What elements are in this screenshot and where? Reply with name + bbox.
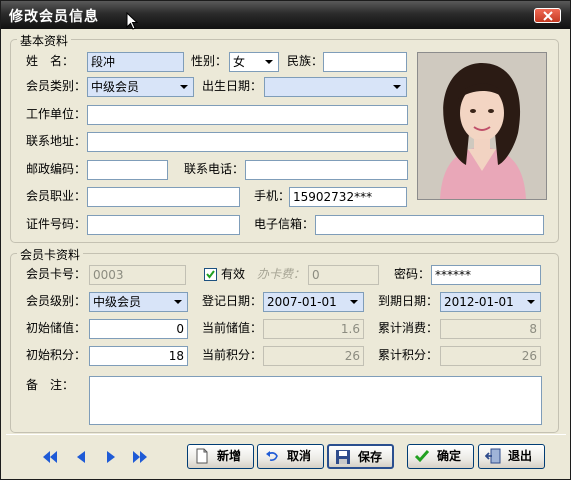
- add-button[interactable]: 新增: [187, 444, 254, 469]
- workplace-label: 工作单位：: [26, 107, 87, 121]
- occupation-label: 会员职业：: [26, 189, 87, 203]
- init-balance-input[interactable]: 0: [89, 319, 188, 339]
- prev-record-icon[interactable]: [73, 449, 89, 465]
- window-title: 修改会员信息: [9, 9, 99, 25]
- address-input[interactable]: [87, 132, 408, 152]
- cur-points-input: 26: [263, 346, 364, 366]
- postcode-input[interactable]: [87, 160, 168, 180]
- email-label: 电子信箱：: [254, 217, 315, 231]
- card-no-input: 0003: [89, 265, 186, 285]
- save-button[interactable]: 保存: [327, 444, 394, 469]
- member-edit-window: 修改会员信息 基本资料 姓 名： 段冲 性别： 女 民族： 会员类别： 中级会员…: [0, 0, 571, 480]
- chevron-down-icon: [265, 60, 273, 64]
- cur-balance-label: 当前储值：: [202, 321, 263, 335]
- undo-icon: [266, 451, 278, 461]
- member-type-select[interactable]: 中级会员: [87, 77, 194, 97]
- expire-date-label: 到期日期：: [378, 294, 439, 308]
- phone-input[interactable]: [245, 160, 408, 180]
- member-type-value: 中级会员: [91, 80, 140, 94]
- password-input[interactable]: ******: [431, 265, 541, 285]
- card-no-label: 会员卡号：: [26, 267, 87, 281]
- chevron-down-icon: [393, 85, 401, 89]
- chevron-down-icon: [174, 300, 182, 304]
- ethnicity-label: 民族：: [287, 54, 324, 68]
- gender-select[interactable]: 女: [229, 52, 279, 72]
- reg-date-value: 2007-01-01: [267, 295, 337, 309]
- init-balance-label: 初始储值：: [26, 321, 87, 335]
- chevron-down-icon: [180, 85, 188, 89]
- remark-textarea[interactable]: [89, 376, 542, 425]
- first-record-icon[interactable]: [42, 449, 58, 465]
- cancel-button-label: 取消: [287, 449, 312, 463]
- next-record-icon[interactable]: [103, 449, 119, 465]
- cur-balance-input: 1.6: [263, 319, 364, 339]
- exit-button-label: 退出: [508, 449, 533, 463]
- checkmark-icon: [206, 270, 215, 279]
- cur-points-label: 当前积分：: [202, 348, 263, 362]
- chevron-down-icon: [350, 300, 358, 304]
- id-number-label: 证件号码：: [26, 217, 87, 231]
- exit-button[interactable]: 退出: [478, 444, 545, 469]
- postcode-label: 邮政编码：: [26, 162, 87, 176]
- new-doc-icon: [196, 448, 208, 464]
- basic-info-title: 基本资料: [17, 32, 72, 49]
- member-type-label: 会员类别：: [26, 79, 87, 93]
- mobile-input[interactable]: 15902732***: [289, 187, 407, 207]
- close-icon: [543, 11, 553, 21]
- checkmark-icon: [414, 450, 430, 463]
- name-label: 姓 名：: [26, 54, 75, 68]
- workplace-input[interactable]: [87, 105, 408, 125]
- expire-date-picker[interactable]: 2012-01-01: [440, 292, 541, 312]
- remark-label: 备 注：: [26, 378, 75, 392]
- address-label: 联系地址：: [26, 134, 87, 148]
- save-button-label: 保存: [358, 450, 383, 464]
- reg-date-picker[interactable]: 2007-01-01: [263, 292, 364, 312]
- total-points-label: 累计积分：: [378, 348, 439, 362]
- email-input[interactable]: [315, 215, 544, 235]
- name-input[interactable]: 段冲: [87, 52, 184, 72]
- add-button-label: 新增: [217, 449, 242, 463]
- reg-date-label: 登记日期：: [202, 294, 263, 308]
- member-level-select[interactable]: 中级会员: [89, 292, 188, 312]
- birth-date-label: 出生日期：: [202, 79, 263, 93]
- ok-button[interactable]: 确定: [407, 444, 474, 469]
- member-level-label: 会员级别：: [26, 294, 87, 308]
- mobile-label: 手机：: [254, 189, 291, 203]
- ok-button-label: 确定: [437, 449, 462, 463]
- valid-label: 有效: [221, 267, 246, 281]
- password-label: 密码：: [394, 267, 431, 281]
- chevron-down-icon: [527, 300, 535, 304]
- expire-date-value: 2012-01-01: [444, 295, 514, 309]
- gender-label: 性别：: [191, 54, 228, 68]
- occupation-input[interactable]: [87, 187, 240, 207]
- ethnicity-input[interactable]: [323, 52, 407, 72]
- init-points-label: 初始积分：: [26, 348, 87, 362]
- gender-value: 女: [233, 55, 246, 69]
- member-level-value: 中级会员: [93, 295, 142, 309]
- exit-door-icon: [485, 448, 501, 464]
- phone-label: 联系电话：: [184, 162, 245, 176]
- id-number-input[interactable]: [87, 215, 240, 235]
- total-spend-input: 8: [440, 319, 541, 339]
- init-points-input[interactable]: 18: [89, 346, 188, 366]
- card-info-title: 会员卡资料: [17, 246, 84, 263]
- birth-date-picker[interactable]: [264, 77, 407, 97]
- save-disk-icon: [336, 450, 350, 464]
- card-fee-input: 0: [308, 265, 379, 285]
- title-bar[interactable]: 修改会员信息: [1, 1, 570, 30]
- total-spend-label: 累计消费：: [378, 321, 439, 335]
- close-button[interactable]: [534, 8, 561, 23]
- member-photo[interactable]: [417, 52, 547, 200]
- card-fee-label: 办卡费：: [257, 267, 306, 281]
- cancel-button[interactable]: 取消: [257, 444, 324, 469]
- total-points-input: 26: [440, 346, 541, 366]
- portrait-image: [418, 53, 546, 199]
- mouse-cursor-icon: [126, 12, 139, 30]
- valid-checkbox[interactable]: [204, 268, 217, 281]
- footer-separator: [6, 434, 566, 435]
- last-record-icon[interactable]: [132, 449, 148, 465]
